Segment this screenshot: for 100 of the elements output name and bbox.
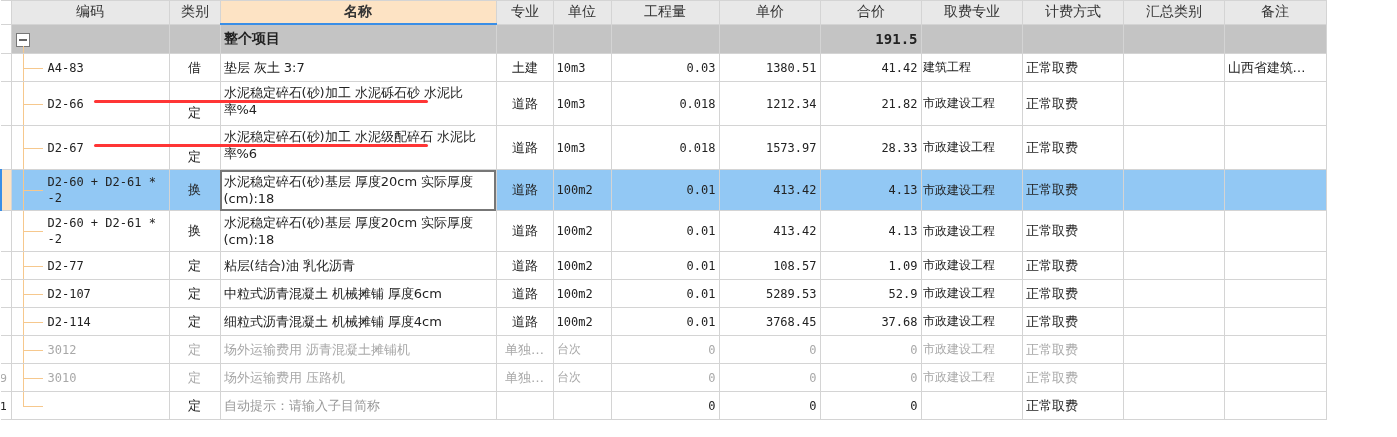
table-row[interactable]: D2-66 定 水泥稳定碎石(砂)加工 水泥砾石砂 水泥比率%4 道路 10m3 0.018 1212.34 21.82 市政建设工程 正常取费 xyxy=(1,81,1326,126)
code-cell: D2-67 xyxy=(47,140,84,155)
total-cell: 21.82 xyxy=(881,96,918,111)
unit-cell: 10m3 xyxy=(556,60,586,75)
price-cell: 3768.45 xyxy=(765,314,817,329)
quantity-cell: 0 xyxy=(708,342,716,357)
collapse-toggle[interactable] xyxy=(15,32,30,47)
name-cell: 水泥稳定碎石(砂)基层 厚度20cm 实际厚度(cm):18 xyxy=(223,215,474,247)
name-cell: 水泥稳定碎石(砂)基层 厚度20cm 实际厚度(cm):18 xyxy=(223,174,474,206)
type-cell: 换 xyxy=(188,223,201,238)
fee-specialty-cell: 市政建设工程 xyxy=(922,258,995,272)
specialty-cell: 土建 xyxy=(511,59,538,75)
type-cell: 借 xyxy=(188,59,201,75)
table-row[interactable]: D2-107 定 中粒式沥青混凝土 机械摊铺 厚度6cm 道路 100m2 0.01 5289.53 52.9 市政建设工程 正常取费 xyxy=(1,279,1326,308)
quantity-cell: 0.01 xyxy=(686,314,716,329)
row-number: 1 xyxy=(1,400,7,413)
price-cell: 413.42 xyxy=(773,224,817,238)
fee-specialty-cell: 市政建设工程 xyxy=(922,182,995,197)
total-cell: 37.68 xyxy=(881,314,918,329)
fee-specialty-cell: 市政建设工程 xyxy=(922,370,995,384)
name-cell: 场外运输费用 压路机 xyxy=(223,370,345,385)
total-cell: 0 xyxy=(910,370,918,385)
fee-method-cell: 正常取费 xyxy=(1025,285,1078,301)
price-cell: 0 xyxy=(809,370,817,385)
price-cell: 5289.53 xyxy=(765,286,817,301)
table-row[interactable]: D2-114 定 细粒式沥青混凝土 机械摊铺 厚度4cm 道路 100m2 0.01 3768.45 37.68 市政建设工程 正常取费 xyxy=(1,307,1326,336)
unit-cell: 台次 xyxy=(556,370,581,384)
fee-method-cell: 正常取费 xyxy=(1025,257,1078,273)
column-header[interactable]: 类别 xyxy=(169,0,220,24)
column-header[interactable]: 取费专业 xyxy=(921,0,1022,24)
table-row[interactable]: A4-83 借 垫层 灰土 3:7 土建 10m3 0.03 1380.51 41.42 建筑工程 正常取费 山西省建筑… xyxy=(1,53,1326,82)
fee-specialty-cell: 市政建设工程 xyxy=(922,140,995,154)
name-cell: 水泥稳定碎石(砂)加工 水泥级配碎石 水泥比率%6 xyxy=(223,129,476,161)
type-cell: 定 xyxy=(188,105,201,120)
column-header[interactable]: 计费方式 xyxy=(1022,0,1123,24)
type-cell: 定 xyxy=(188,285,201,301)
unit-cell: 100m2 xyxy=(556,224,593,238)
fee-method-cell: 正常取费 xyxy=(1025,313,1078,329)
total-cell: 0 xyxy=(910,342,918,357)
fee-method-cell: 正常取费 xyxy=(1025,59,1078,75)
type-cell: 定 xyxy=(188,149,201,164)
table-row[interactable]: D2-60 + D2-61 * -2 换 水泥稳定碎石(砂)基层 厚度20cm 实际厚度(cm):18 道路 100m2 0.01 413.42 4.13 市政建设工程 正常取费 xyxy=(1,169,1326,211)
quantity-cell: 0.03 xyxy=(686,60,716,75)
name-cell: 场外运输费用 沥青混凝土摊铺机 xyxy=(223,342,410,357)
fee-method-cell: 正常取费 xyxy=(1025,95,1078,111)
fee-specialty-cell: 市政建设工程 xyxy=(922,342,995,356)
quantity-cell: 0 xyxy=(708,370,716,385)
code-cell: D2-114 xyxy=(47,314,91,329)
table-row[interactable]: D2-67 定 水泥稳定碎石(砂)加工 水泥级配碎石 水泥比率%6 道路 10m3 0.018 1573.97 28.33 市政建设工程 正常取费 xyxy=(1,125,1326,170)
type-cell: 定 xyxy=(188,313,201,329)
unit-cell: 100m2 xyxy=(556,314,593,329)
column-header[interactable]: 名称 xyxy=(220,0,496,24)
name-cell: 中粒式沥青混凝土 机械摊铺 厚度6cm xyxy=(223,286,442,301)
specialty-cell: 道路 xyxy=(511,223,538,238)
price-cell: 1380.51 xyxy=(765,60,817,75)
price-cell: 0 xyxy=(809,398,817,413)
code-cell: D2-60 + D2-61 * -2 xyxy=(47,175,156,205)
fee-specialty-cell: 市政建设工程 xyxy=(922,96,995,110)
column-header[interactable]: 合价 xyxy=(820,0,921,24)
type-cell: 定 xyxy=(188,369,201,385)
column-header[interactable]: 专业 xyxy=(496,0,553,24)
table-row[interactable]: 1 定 自动提示：请输入子目简称 0 0 0 正常取费 xyxy=(1,391,1326,420)
fee-specialty-cell: 市政建设工程 xyxy=(922,223,995,238)
column-header[interactable]: 单位 xyxy=(553,0,611,24)
type-cell: 定 xyxy=(188,397,201,413)
quantity-cell: 0 xyxy=(708,398,716,413)
total-cell: 52.9 xyxy=(888,286,918,301)
table-row[interactable]: D2-60 + D2-61 * -2 换 水泥稳定碎石(砂)基层 厚度20cm 实际厚度(cm):18 道路 100m2 0.01 413.42 4.13 市政建设工程 正常取费 xyxy=(1,210,1326,252)
total-cell: 4.13 xyxy=(888,183,918,197)
code-cell: D2-60 + D2-61 * -2 xyxy=(47,216,156,246)
fee-method-cell: 正常取费 xyxy=(1025,369,1078,385)
code-cell: A4-83 xyxy=(47,60,84,75)
name-cell: 细粒式沥青混凝土 机械摊铺 厚度4cm xyxy=(223,314,442,329)
total-cell: 4.13 xyxy=(888,224,918,238)
total-cell: 28.33 xyxy=(881,140,918,155)
type-cell: 换 xyxy=(188,182,201,197)
unit-cell: 台次 xyxy=(556,342,581,356)
column-header[interactable]: 工程量 xyxy=(611,0,719,24)
input-field[interactable]: 自动提示：请输入子目简称 xyxy=(220,391,496,420)
price-cell: 1212.34 xyxy=(765,96,817,111)
fee-method-cell: 正常取费 xyxy=(1025,223,1078,238)
price-cell: 1573.97 xyxy=(765,140,817,155)
column-header[interactable]: 备注 xyxy=(1224,0,1326,24)
input-text[interactable]: 自动提示：请输入子目简称 xyxy=(223,397,493,414)
column-header[interactable]: 单价 xyxy=(719,0,820,24)
column-header[interactable]: 汇总类别 xyxy=(1123,0,1224,24)
unit-cell: 100m2 xyxy=(556,183,593,197)
table-row[interactable]: D2-77 定 粘层(结合)油 乳化沥青 道路 100m2 0.01 108.57 1.09 市政建设工程 正常取费 xyxy=(1,251,1326,280)
specialty-cell: 道路 xyxy=(511,95,538,111)
specialty-cell: 道路 xyxy=(511,139,538,155)
quantity-cell: 0.01 xyxy=(686,258,716,273)
fee-method-cell: 正常取费 xyxy=(1025,397,1078,413)
type-cell: 定 xyxy=(188,341,201,357)
specialty-cell: 道路 xyxy=(511,257,538,273)
group-name: 整个项目 xyxy=(220,24,496,54)
fee-method-cell: 正常取费 xyxy=(1025,182,1078,197)
unit-cell: 100m2 xyxy=(556,258,593,273)
code-cell: 3010 xyxy=(47,370,77,385)
column-header[interactable]: 编码 xyxy=(11,0,169,24)
quantity-cell: 0.01 xyxy=(686,224,716,238)
